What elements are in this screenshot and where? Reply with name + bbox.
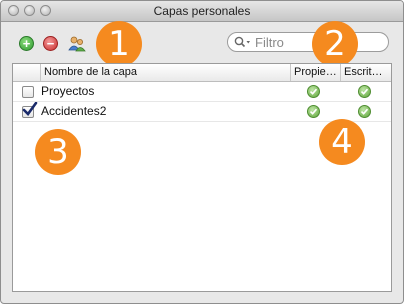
share-users-button[interactable] <box>68 36 86 52</box>
layer-name: Accidentes2 <box>41 104 107 118</box>
callout-badge-4: 4 <box>319 119 365 165</box>
search-icon <box>234 36 250 48</box>
layer-name: Proyectos <box>41 84 95 98</box>
callout-badge-1: 1 <box>96 21 142 67</box>
check-icon <box>307 85 320 98</box>
checkmark-icon <box>22 102 38 116</box>
callout-badge-3: 3 <box>35 129 81 175</box>
add-layer-button[interactable]: + <box>19 36 35 52</box>
search-field[interactable] <box>227 32 389 52</box>
check-icon <box>307 105 320 118</box>
check-icon <box>358 105 371 118</box>
minus-icon: − <box>43 36 58 51</box>
column-header-name[interactable]: Nombre de la capa <box>40 64 290 81</box>
table-row[interactable]: Proyectos <box>13 82 391 102</box>
column-header-write[interactable]: Escrit… <box>340 64 392 81</box>
check-icon <box>358 85 371 98</box>
window: Capas personales + − 1 2 Nombre de <box>0 0 404 304</box>
window-title: Capas personales <box>153 4 251 18</box>
callout-badge-2: 2 <box>312 21 358 67</box>
title-bar: Capas personales <box>1 1 403 22</box>
remove-layer-button[interactable]: − <box>43 36 59 52</box>
layers-table: Nombre de la capa Propie… Escrit… Proyec… <box>12 63 392 292</box>
row-checkbox[interactable] <box>22 86 34 98</box>
row-checkbox[interactable] <box>22 102 38 118</box>
users-icon <box>68 36 86 52</box>
plus-icon: + <box>19 36 34 51</box>
column-header-owner[interactable]: Propie… <box>290 64 340 81</box>
table-header: Nombre de la capa Propie… Escrit… <box>13 64 391 82</box>
